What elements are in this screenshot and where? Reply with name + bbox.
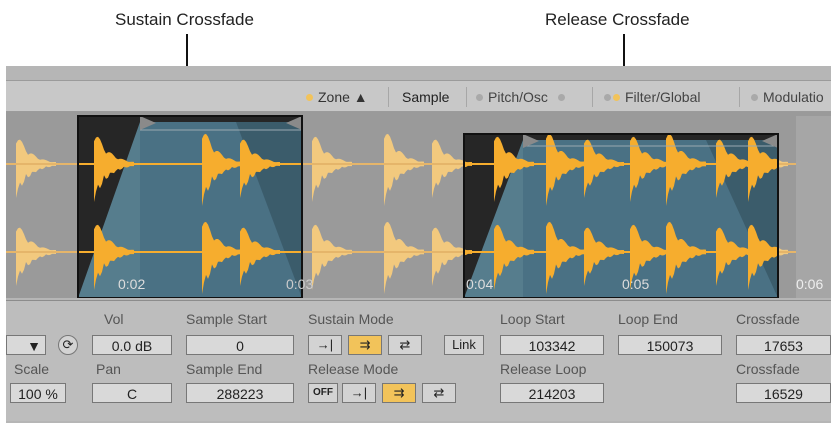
loop-end-field[interactable]: 150073 — [618, 335, 722, 355]
release-loop-backforth-button[interactable]: ⇄ — [422, 383, 456, 403]
crossfade-field[interactable]: 17653 — [736, 335, 831, 355]
tab-separator — [592, 87, 593, 107]
zone-led-icon — [306, 93, 313, 101]
time-label: 0:05 — [622, 276, 650, 292]
controls-panel: ▼ ⟳ Vol 0.0 dB Sample Start 0 Sustain Mo… — [6, 300, 831, 421]
waveform-svg — [6, 115, 831, 298]
tab-bar: Zone ▲ Sample Pitch/Osc Filter/Global Mo… — [6, 80, 831, 112]
crossfade-label: Crossfade — [736, 311, 800, 327]
tab-filter-global[interactable]: Filter/Global — [596, 86, 708, 108]
time-label: 0:04 — [466, 276, 494, 292]
loop-end-label: Loop End — [618, 311, 678, 327]
tab-pitch-label: Pitch/Osc — [488, 89, 548, 105]
scale-label: Scale — [14, 361, 50, 377]
tab-modulation[interactable]: Modulatio — [743, 86, 831, 108]
tab-separator — [739, 87, 740, 107]
vol-label: Vol — [104, 311, 124, 327]
time-label: 0:03 — [286, 276, 314, 292]
tab-sample-label: Sample — [402, 89, 450, 105]
tab-sample[interactable]: Sample — [394, 86, 457, 108]
vol-value: 0.0 dB — [111, 338, 153, 354]
crossfade2-value: 16529 — [764, 386, 803, 402]
sample-start-value: 0 — [236, 338, 244, 354]
loop-end-value: 150073 — [646, 338, 694, 354]
release-off-button[interactable]: OFF — [308, 383, 338, 403]
crossfade-value: 17653 — [764, 338, 803, 354]
time-label: 0:02 — [118, 276, 146, 292]
tab-zone[interactable]: Zone ▲ — [298, 86, 376, 108]
crossfade2-field[interactable]: 16529 — [736, 383, 831, 403]
sample-start-label: Sample Start — [186, 311, 267, 327]
sample-end-label: Sample End — [186, 361, 263, 377]
scale-value: 100 % — [18, 386, 58, 402]
sustain-loop-forward-button[interactable]: ⇉ — [348, 335, 382, 355]
release-loop-field[interactable]: 214203 — [500, 383, 604, 403]
sample-start-field[interactable]: 0 — [186, 335, 294, 355]
sustain-loop-backforth-button[interactable]: ⇄ — [388, 335, 422, 355]
vol-field[interactable]: 0.0 dB — [92, 335, 172, 355]
pan-field[interactable]: C — [92, 383, 172, 403]
tab-separator — [466, 87, 467, 107]
release-loop-value: 214203 — [528, 386, 576, 402]
pitch-led-icon — [476, 93, 483, 101]
release-loop-forward-button[interactable]: ⇉ — [382, 383, 416, 403]
sustain-mode-label: Sustain Mode — [308, 311, 394, 327]
dropdown[interactable]: ▼ — [6, 335, 46, 355]
global-led-icon — [613, 93, 620, 101]
tab-filter-label: Filter/Global — [625, 89, 701, 105]
release-mode-label: Release Mode — [308, 361, 399, 377]
tab-modulation-label: Modulatio — [763, 89, 824, 105]
pitch-led-right-icon — [557, 93, 565, 101]
scale-field[interactable]: 100 % — [10, 383, 66, 403]
time-label: 0:06 — [796, 276, 824, 292]
tab-separator — [388, 87, 389, 107]
loop-start-label: Loop Start — [500, 311, 565, 327]
release-crossfade-callout: Release Crossfade — [545, 10, 690, 29]
crossfade2-label: Crossfade — [736, 361, 800, 377]
link-button[interactable]: Link — [444, 335, 484, 355]
filter-led-icon — [604, 93, 611, 101]
tab-zone-label: Zone ▲ — [318, 89, 368, 105]
sustain-forward-button[interactable]: →| — [308, 335, 342, 355]
loop-start-field[interactable]: 103342 — [500, 335, 604, 355]
sample-end-field[interactable]: 288223 — [186, 383, 294, 403]
sustain-crossfade-callout: Sustain Crossfade — [115, 10, 254, 29]
sync-icon[interactable]: ⟳ — [58, 335, 78, 355]
waveform-display[interactable]: 0:02 0:03 0:04 0:05 0:06 — [6, 112, 831, 298]
modulation-led-icon — [751, 93, 758, 101]
release-forward-button[interactable]: →| — [342, 383, 376, 403]
release-loop-label: Release Loop — [500, 361, 587, 377]
pan-value: C — [126, 386, 138, 402]
loop-start-value: 103342 — [528, 338, 576, 354]
pan-label: Pan — [96, 361, 121, 377]
sample-end-value: 288223 — [216, 386, 264, 402]
tab-pitch-osc[interactable]: Pitch/Osc — [468, 86, 573, 108]
